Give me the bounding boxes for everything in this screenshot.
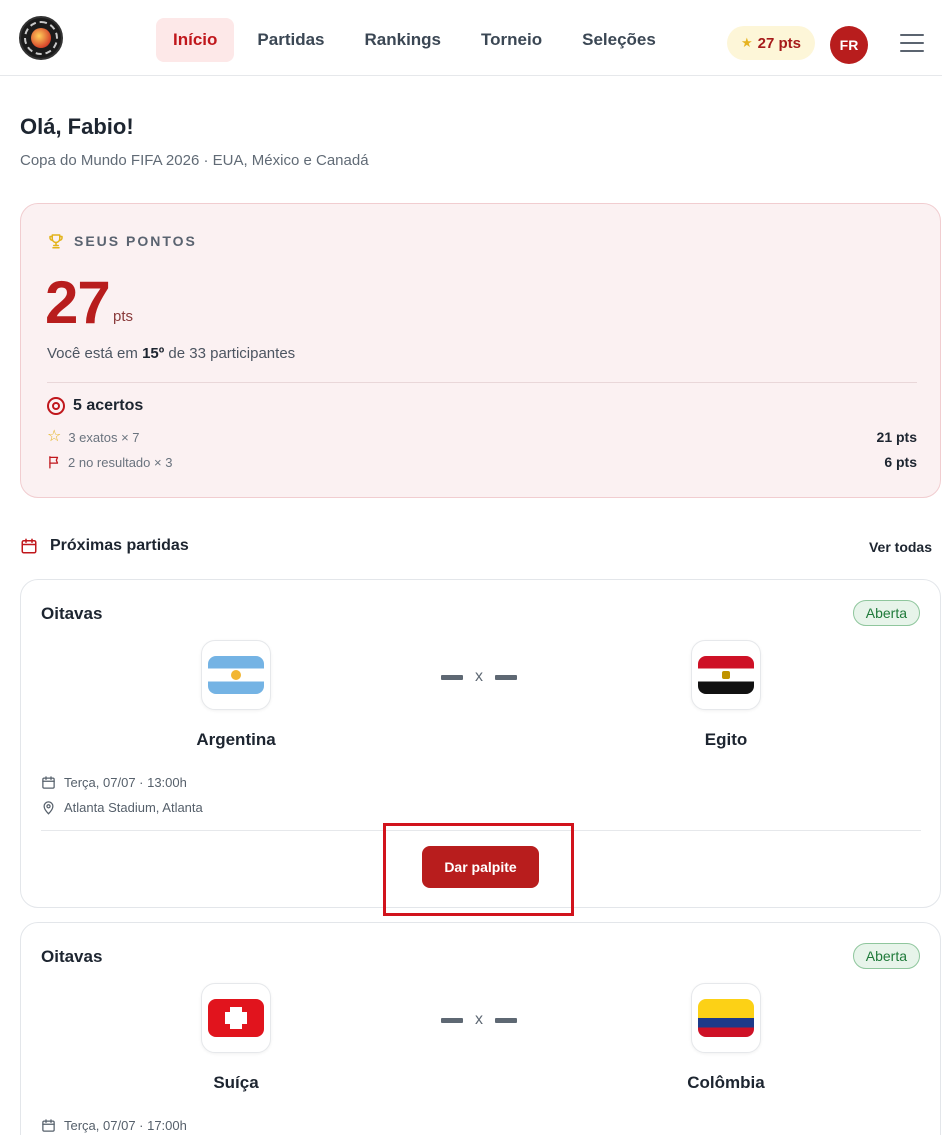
hits-summary: 5 acertos xyxy=(47,397,143,415)
greeting-subtitle: Copa do Mundo FIFA 2026 · EUA, México e … xyxy=(20,152,369,169)
divider xyxy=(47,382,917,383)
away-team-name: Colômbia xyxy=(687,1073,765,1092)
trophy-icon xyxy=(49,234,63,249)
hamburger-menu-icon[interactable] xyxy=(900,34,924,54)
nav-rankings[interactable]: Rankings xyxy=(348,18,459,62)
forca-sindical-logo[interactable] xyxy=(19,16,63,60)
calendar-icon xyxy=(42,776,55,789)
score-placeholder: x xyxy=(441,668,517,686)
match-stage: Oitavas xyxy=(41,604,103,623)
hits-label: 5 acertos xyxy=(73,397,144,414)
upcoming-matches-header: Próximas partidas xyxy=(20,537,189,555)
match-card: Oitavas Aberta x Argentina Egito Terça, … xyxy=(20,579,941,916)
home-team-flag xyxy=(201,640,271,710)
points-card: SEUS PONTOS 27 pts Você está em 15º de 3… xyxy=(20,203,941,498)
location-pin-icon xyxy=(43,801,54,815)
calendar-icon xyxy=(42,1119,55,1132)
rank-position: 15º xyxy=(142,345,165,362)
score-placeholder: x xyxy=(441,1011,517,1029)
user-avatar[interactable]: FR xyxy=(830,26,868,64)
status-badge: Aberta xyxy=(852,943,920,969)
away-team-flag xyxy=(691,983,761,1053)
points-value: 27 xyxy=(45,269,111,336)
away-score-dash xyxy=(495,1017,517,1023)
main-nav: Início Partidas Rankings Torneio Seleçõe… xyxy=(156,18,673,62)
egypt-flag-icon xyxy=(698,656,754,694)
nav-partidas[interactable]: Partidas xyxy=(240,18,341,62)
points-card-header: SEUS PONTOS xyxy=(47,232,197,250)
score-separator: x xyxy=(475,1011,483,1028)
away-team-flag xyxy=(691,640,761,710)
exact-hits-label: 3 exatos × 7 xyxy=(68,429,140,445)
home-score-dash xyxy=(441,674,463,680)
rank-line: Você está em 15º de 33 participantes xyxy=(47,345,296,362)
points-unit: pts xyxy=(113,308,134,325)
home-team-name: Suíça xyxy=(213,1073,259,1092)
colombia-flag-icon xyxy=(698,999,754,1037)
points-card-label: SEUS PONTOS xyxy=(74,233,197,249)
match-venue-text: Atlanta Stadium, Atlanta xyxy=(64,800,203,815)
match-venue: Atlanta Stadium, Atlanta xyxy=(41,800,203,815)
predict-button[interactable]: Dar palpite xyxy=(422,846,539,888)
exact-hits-points: 21 pts xyxy=(876,429,917,445)
flag-icon xyxy=(49,456,59,469)
away-team-name: Egito xyxy=(704,730,748,749)
nav-inicio[interactable]: Início xyxy=(156,18,235,62)
home-team-flag xyxy=(201,983,271,1053)
exact-hits-row: ☆ 3 exatos × 7 21 pts xyxy=(47,428,917,446)
match-date: Terça, 07/07 · 13:00h xyxy=(41,775,187,790)
match-card: Oitavas Aberta x Suíça Colômbia Terça, 0… xyxy=(20,922,941,1135)
home-score-dash xyxy=(441,1017,463,1023)
greeting-title: Olá, Fabio! xyxy=(20,114,134,139)
result-hits-points: 6 pts xyxy=(884,454,917,470)
star-outline-icon: ☆ xyxy=(47,428,62,445)
switzerland-flag-icon xyxy=(208,999,264,1037)
result-hits-row: 2 no resultado × 3 6 pts xyxy=(47,454,917,470)
nav-torneio[interactable]: Torneio xyxy=(464,18,559,62)
top-navigation-bar: Início Partidas Rankings Torneio Seleçõe… xyxy=(0,12,942,76)
calendar-icon xyxy=(21,538,37,554)
score-separator: x xyxy=(475,668,483,685)
match-stage: Oitavas xyxy=(41,947,103,966)
match-date-text: Terça, 07/07 · 17:00h xyxy=(64,1118,187,1133)
points-chip-label: 27 pts xyxy=(757,34,802,52)
match-date: Terça, 07/07 · 17:00h xyxy=(41,1118,187,1133)
see-all-link[interactable]: Ver todas xyxy=(869,539,932,555)
result-hits-label: 2 no resultado × 3 xyxy=(68,454,173,470)
match-date-text: Terça, 07/07 · 13:00h xyxy=(64,775,187,790)
status-badge: Aberta xyxy=(852,600,920,626)
star-icon: ★ xyxy=(741,35,753,50)
target-icon xyxy=(47,397,65,415)
upcoming-matches-title: Próximas partidas xyxy=(50,537,189,554)
nav-selecoes[interactable]: Seleções xyxy=(565,18,673,62)
argentina-flag-icon xyxy=(208,656,264,694)
points-chip[interactable]: ★ 27 pts xyxy=(727,26,816,60)
home-team-name: Argentina xyxy=(196,730,276,749)
away-score-dash xyxy=(495,674,517,680)
logo-emblem xyxy=(31,28,51,48)
